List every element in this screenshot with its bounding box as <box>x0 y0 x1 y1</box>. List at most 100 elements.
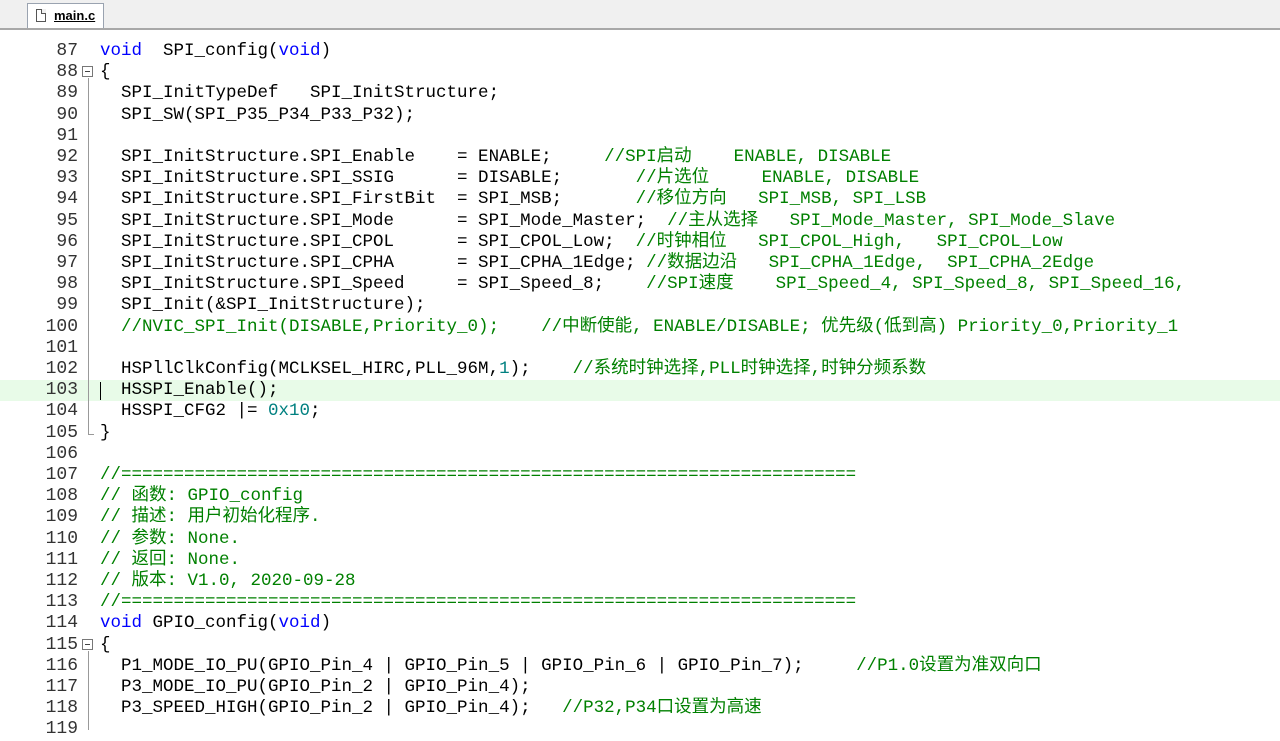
code-line[interactable]: 102 HSPllClkConfig(MCLKSEL_HIRC,PLL_96M,… <box>0 359 1280 380</box>
comment-token: //数据边沿 SPI_CPHA_1Edge, SPI_CPHA_2Edge <box>646 253 1095 273</box>
code-text: SPI_InitStructure.SPI_CPOL = SPI_CPOL_Lo… <box>100 232 1063 253</box>
code-line[interactable]: 109 // 描述: 用户初始化程序. <box>0 507 1280 528</box>
code-line[interactable]: 87 void SPI_config(void) <box>0 41 1280 62</box>
code-token: ); <box>509 359 573 379</box>
code-line[interactable]: 101 <box>0 338 1280 359</box>
code-text: // 版本: V1.0, 2020-09-28 <box>100 571 356 592</box>
code-token: ) <box>320 613 332 634</box>
code-line[interactable]: 106 <box>0 444 1280 465</box>
line-number: 100 <box>45 316 78 337</box>
number-token: 1 <box>499 359 510 379</box>
code-line[interactable]: 91 <box>0 126 1280 147</box>
code-line[interactable]: 103 HSSPI_Enable(); <box>0 380 1280 402</box>
comment-token: //SPI速度 SPI_Speed_4, SPI_Speed_8, SPI_Sp… <box>646 274 1196 295</box>
code-text: SPI_Init(&SPI_InitStructure); <box>100 295 426 316</box>
editor-tab-bar: main.c <box>0 0 1280 30</box>
fold-collapse-icon[interactable] <box>82 66 93 78</box>
code-token: HSSPI_CFG2 |= <box>100 401 269 422</box>
code-line[interactable]: 104 HSSPI_CFG2 |= 0x10; <box>0 401 1280 422</box>
code-line[interactable]: 99 SPI_Init(&SPI_InitStructure); <box>0 295 1280 316</box>
code-line[interactable]: 96 SPI_InitStructure.SPI_CPOL = SPI_CPOL… <box>0 232 1280 253</box>
line-number: 117 <box>45 677 78 697</box>
code-line[interactable]: 117 P3_MODE_IO_PU(GPIO_Pin_2 | GPIO_Pin_… <box>0 677 1280 698</box>
fold-collapse-icon[interactable] <box>82 638 93 650</box>
code-line[interactable]: 111 // 返回: None. <box>0 550 1280 571</box>
code-text: SPI_InitStructure.SPI_SSIG = DISABLE; //… <box>100 168 919 189</box>
code-token: SPI_InitStructure.SPI_Speed = SPI_Speed_… <box>100 274 647 295</box>
code-text: // 描述: 用户初始化程序. <box>100 507 321 528</box>
code-line[interactable]: 110 // 参数: None. <box>0 529 1280 550</box>
line-number: 89 <box>56 83 78 104</box>
code-line[interactable]: 88 { <box>0 62 1280 83</box>
fold-guide-end <box>88 433 94 435</box>
comment-token: //P1.0设置为准双向口 <box>856 655 1042 676</box>
code-editor[interactable]: 87 void SPI_config(void) 88 {89 SPI_InitTyp… <box>0 30 1280 739</box>
line-number: 98 <box>56 274 78 295</box>
code-line[interactable]: 89 SPI_InitTypeDef SPI_InitStructure; <box>0 83 1280 104</box>
code-line[interactable]: 112 // 版本: V1.0, 2020-09-28 <box>0 571 1280 592</box>
code-line[interactable]: 105} <box>0 423 1280 444</box>
code-token: SPI_InitStructure.SPI_CPHA = SPI_CPHA_1E… <box>100 253 647 273</box>
code-line[interactable]: 98 SPI_InitStructure.SPI_Speed = SPI_Spe… <box>0 274 1280 295</box>
code-token: SPI_InitStructure.SPI_CPOL = SPI_CPOL_Lo… <box>100 231 636 252</box>
code-text: SPI_InitStructure.SPI_Mode = SPI_Mode_Ma… <box>100 211 1115 232</box>
line-number: 113 <box>45 592 78 613</box>
line-number: 90 <box>56 104 78 125</box>
tab-main-c[interactable]: main.c <box>27 3 105 28</box>
line-number: 101 <box>45 337 78 358</box>
code-token: P3_SPEED_HIGH(GPIO_Pin_2 | GPIO_Pin_4); <box>100 698 563 719</box>
file-icon <box>36 9 46 22</box>
code-line[interactable]: 119 <box>0 719 1280 740</box>
code-line[interactable]: 90 SPI_SW(SPI_P35_P34_P33_P32); <box>0 105 1280 126</box>
code-text: { <box>100 62 111 83</box>
code-token: SPI_InitStructure.SPI_SSIG = DISABLE; <box>100 168 636 189</box>
code-line[interactable]: 95 SPI_InitStructure.SPI_Mode = SPI_Mode… <box>0 211 1280 232</box>
comment-token: // 描述: 用户初始化程序. <box>100 507 321 528</box>
code-token: } <box>100 422 111 443</box>
code-line[interactable]: 114 void GPIO_config(void) <box>0 613 1280 634</box>
code-line[interactable]: 94 SPI_InitStructure.SPI_FirstBit = SPI_… <box>0 189 1280 210</box>
line-number: 119 <box>45 719 78 740</box>
code-line[interactable]: 108 // 函数: GPIO_config <box>0 486 1280 507</box>
code-line[interactable]: 100 //NVIC_SPI_Init(DISABLE,Priority_0);… <box>0 317 1280 338</box>
code-line[interactable]: 113 //===================================… <box>0 592 1280 613</box>
comment-token: //NVIC_SPI_Init(DISABLE,Priority_0); //中… <box>100 316 1179 337</box>
line-number: 111 <box>45 549 78 570</box>
keyword-token: void <box>278 41 321 61</box>
code-text: //======================================… <box>100 465 856 486</box>
code-text: HSPllClkConfig(MCLKSEL_HIRC,PLL_96M,1); … <box>100 359 926 380</box>
comment-token: // 返回: None. <box>100 549 241 570</box>
code-token: SPI_InitTypeDef SPI_InitStructure; <box>100 83 500 104</box>
code-line[interactable]: 97 SPI_InitStructure.SPI_CPHA = SPI_CPHA… <box>0 253 1280 274</box>
comment-token: //SPI启动 ENABLE, DISABLE <box>604 147 892 167</box>
code-text: { <box>100 635 111 656</box>
code-line[interactable]: 93 SPI_InitStructure.SPI_SSIG = DISABLE;… <box>0 168 1280 189</box>
comment-token: //主从选择 SPI_Mode_Master, SPI_Mode_Slave <box>667 210 1116 231</box>
line-number: 105 <box>45 422 78 443</box>
code-token: GPIO_config( <box>142 613 279 634</box>
code-token: SPI_InitStructure.SPI_FirstBit = SPI_MSB… <box>100 189 636 210</box>
code-line[interactable]: 118 P3_SPEED_HIGH(GPIO_Pin_2 | GPIO_Pin_… <box>0 698 1280 719</box>
code-line[interactable]: 115 { <box>0 635 1280 656</box>
line-number: 93 <box>56 168 78 189</box>
code-token: ; <box>310 401 321 422</box>
comment-token: //P32,P34口设置为高速 <box>562 698 762 719</box>
code-line[interactable]: 116 P1_MODE_IO_PU(GPIO_Pin_4 | GPIO_Pin_… <box>0 656 1280 677</box>
code-text: HSSPI_Enable(); <box>100 380 279 401</box>
code-text: P3_MODE_IO_PU(GPIO_Pin_2 | GPIO_Pin_4); <box>100 677 531 698</box>
code-line[interactable]: 107 //===================================… <box>0 465 1280 486</box>
comment-token: // 版本: V1.0, 2020-09-28 <box>100 571 356 591</box>
code-token: SPI_Init(&SPI_InitStructure); <box>100 295 426 316</box>
fold-guide <box>88 650 89 731</box>
code-line[interactable]: 92 SPI_InitStructure.SPI_Enable = ENABLE… <box>0 147 1280 168</box>
comment-token: //片选位 ENABLE, DISABLE <box>635 168 920 189</box>
keyword-token: void <box>278 613 321 634</box>
line-number: 106 <box>45 443 78 464</box>
line-number: 104 <box>45 401 78 422</box>
fold-guide <box>88 78 89 434</box>
code-token: SPI_config( <box>142 41 279 61</box>
code-token: P3_MODE_IO_PU(GPIO_Pin_2 | GPIO_Pin_4); <box>100 677 531 697</box>
line-number: 114 <box>45 613 78 634</box>
line-number: 102 <box>45 359 78 379</box>
code-token: SPI_SW(SPI_P35_P34_P33_P32); <box>100 104 416 125</box>
